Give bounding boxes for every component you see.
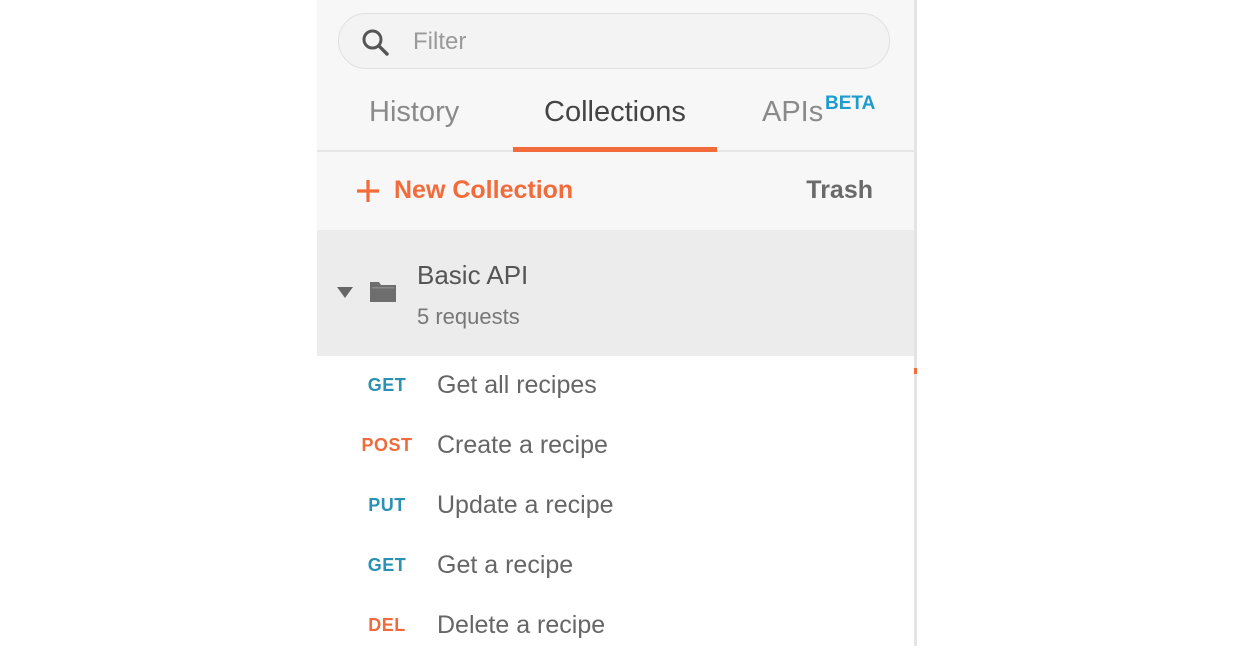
tab-collections[interactable]: Collections — [513, 80, 717, 152]
tab-apis-label: APIs — [762, 96, 824, 128]
plus-icon — [357, 180, 379, 202]
sidebar: History Collections APIs BETA New Collec… — [317, 0, 914, 646]
request-name: Get all recipes — [437, 371, 597, 399]
request-name: Update a recipe — [437, 491, 614, 519]
request-item[interactable]: PUT Update a recipe — [317, 476, 914, 536]
collection-actions: New Collection Trash — [317, 152, 914, 230]
tab-history[interactable]: History — [369, 80, 489, 150]
pane-divider-accent — [914, 368, 917, 374]
collection-request-count: 5 requests — [417, 304, 520, 329]
search-icon — [362, 29, 389, 56]
request-item[interactable]: GET Get all recipes — [317, 356, 914, 416]
beta-badge: BETA — [825, 93, 876, 114]
filter-search-box[interactable] — [338, 13, 890, 69]
method-badge-get: GET — [367, 375, 407, 395]
request-name: Create a recipe — [437, 431, 608, 459]
caret-down-icon[interactable] — [337, 287, 353, 299]
method-badge-put: PUT — [368, 495, 406, 515]
tab-collections-label: Collections — [544, 96, 686, 128]
sidebar-tabs: History Collections APIs BETA — [317, 80, 914, 152]
request-item[interactable]: DEL Delete a recipe — [317, 596, 914, 656]
request-name: Get a recipe — [437, 551, 574, 579]
method-badge-post: POST — [361, 435, 413, 455]
tab-apis[interactable]: APIs BETA — [762, 80, 892, 150]
pane-divider[interactable] — [914, 0, 917, 646]
request-item[interactable]: POST Create a recipe — [317, 416, 914, 476]
request-name: Delete a recipe — [437, 611, 606, 639]
new-collection-label: New Collection — [394, 176, 574, 204]
collection-item-basic-api[interactable]: Basic API 5 requests — [317, 230, 914, 356]
sidebar-header: History Collections APIs BETA New Collec… — [317, 0, 914, 230]
request-list: GET Get all recipes POST Create a recipe… — [317, 356, 914, 656]
method-badge-get: GET — [367, 555, 407, 575]
trash-button[interactable]: Trash — [806, 176, 873, 205]
request-item[interactable]: GET Get a recipe — [317, 536, 914, 596]
method-badge-del: DEL — [368, 615, 406, 635]
collection-name: Basic API — [417, 260, 529, 290]
folder-icon — [370, 282, 396, 302]
filter-input[interactable] — [411, 24, 855, 60]
tab-history-label: History — [369, 96, 460, 128]
